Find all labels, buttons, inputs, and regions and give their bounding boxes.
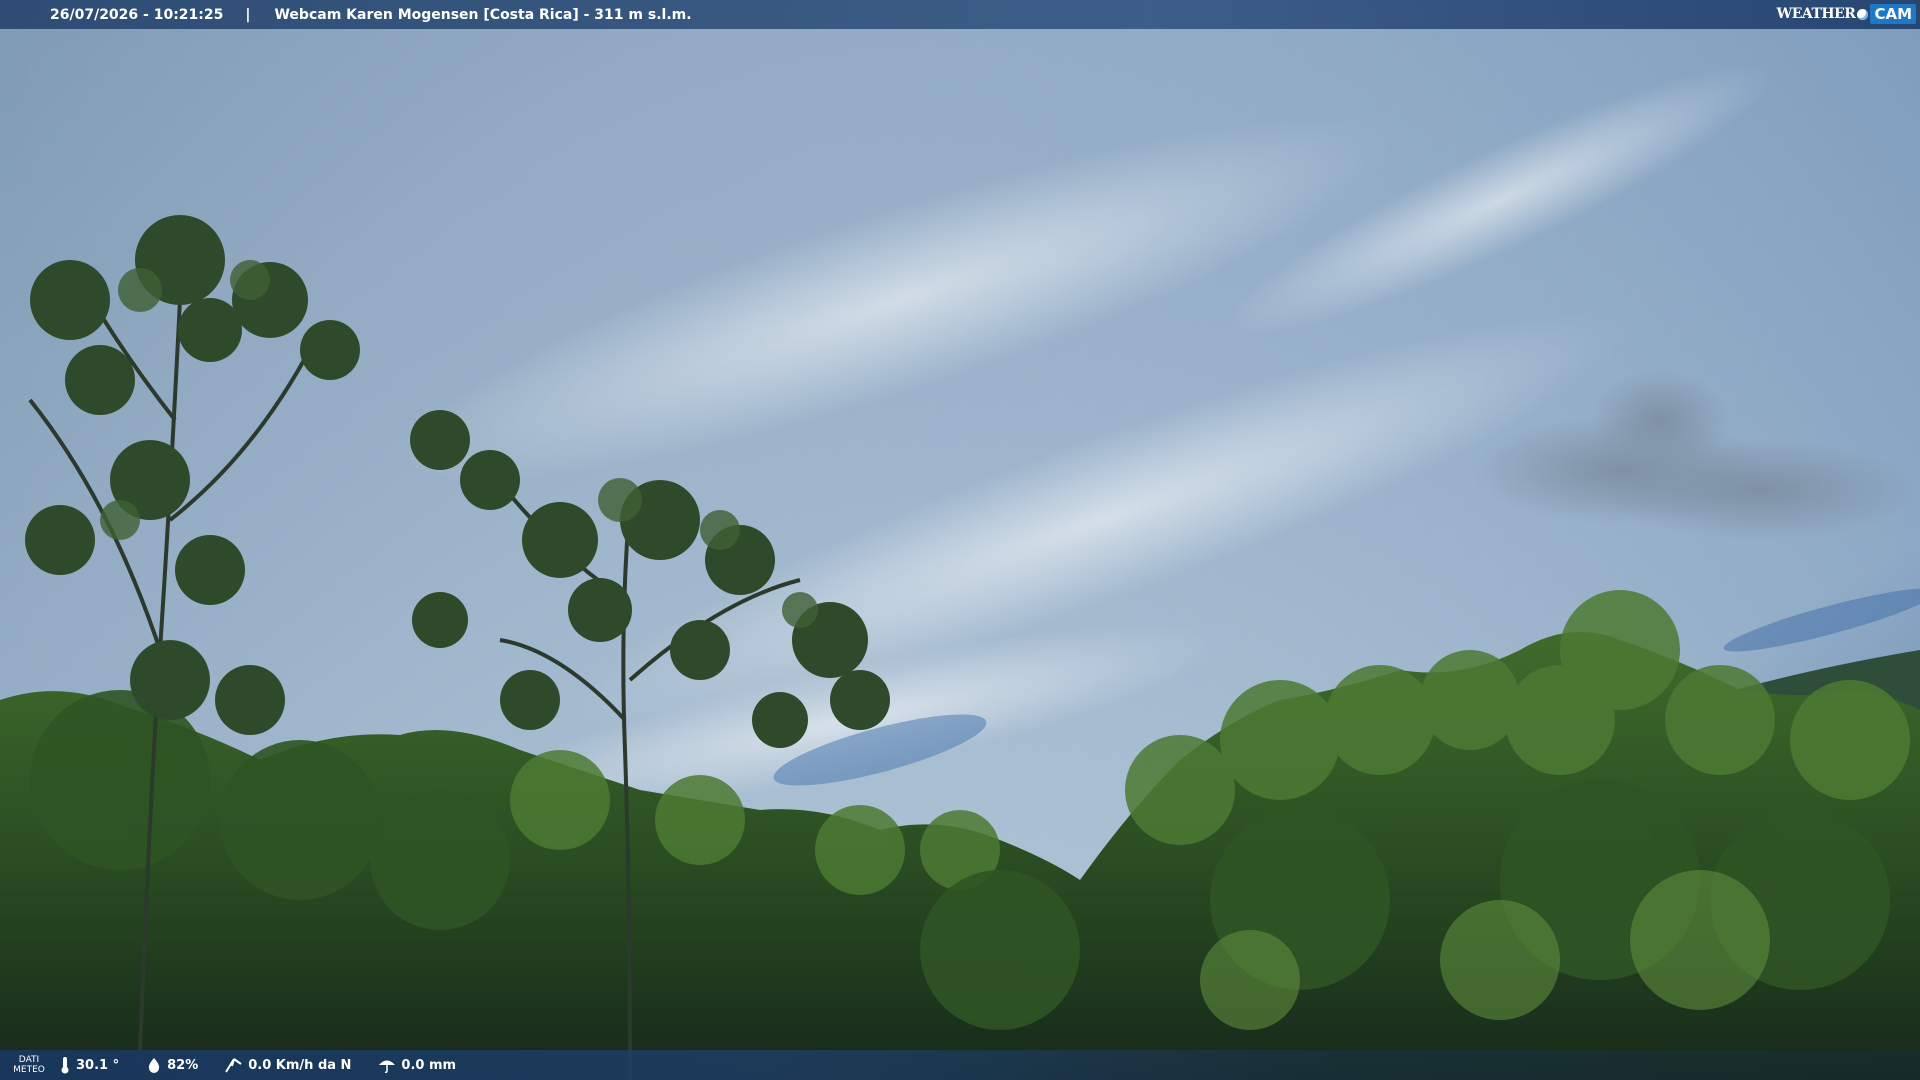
temperature-readout: 30.1 ° <box>58 1056 119 1074</box>
thermometer-icon <box>61 1057 69 1074</box>
timestamp: 26/07/2026 - 10:21:25 <box>50 6 224 23</box>
webcam-title: Webcam Karen Mogensen [Costa Rica] - 311… <box>274 6 692 23</box>
dati-line1: DATI <box>18 1055 40 1065</box>
rain-icon <box>379 1060 396 1074</box>
weathercam-logo[interactable]: WEATHER CAM <box>1776 3 1916 25</box>
rain-readout: 0.0 mm <box>377 1056 456 1074</box>
wind-value: 0.0 Km/h da N <box>248 1057 352 1073</box>
wind-readout: 0.0 Km/h da N <box>224 1056 351 1074</box>
drop-icon <box>148 1058 160 1073</box>
wind-icon <box>225 1058 242 1073</box>
dati-line2: METEO <box>13 1065 45 1075</box>
title-separator: | <box>245 6 251 23</box>
temperature-value: 30.1 ° <box>76 1057 120 1073</box>
webcam-scene <box>0 0 1920 1080</box>
logo-globe-icon <box>1857 8 1869 20</box>
humidity-value: 82% <box>167 1057 199 1073</box>
logo-weather-text: WEATHER <box>1776 6 1856 22</box>
rain-value: 0.0 mm <box>401 1057 457 1073</box>
humidity-readout: 82% <box>145 1056 198 1074</box>
weather-data-bar: DATI METEO 30.1 ° 82% 0.0 Km/h da N 0.0 … <box>0 1050 1920 1080</box>
logo-cam-text: CAM <box>1870 4 1916 24</box>
top-info-bar: 26/07/2026 - 10:21:25 | Webcam Karen Mog… <box>0 0 1920 29</box>
dati-meteo-label[interactable]: DATI METEO <box>0 1055 58 1075</box>
